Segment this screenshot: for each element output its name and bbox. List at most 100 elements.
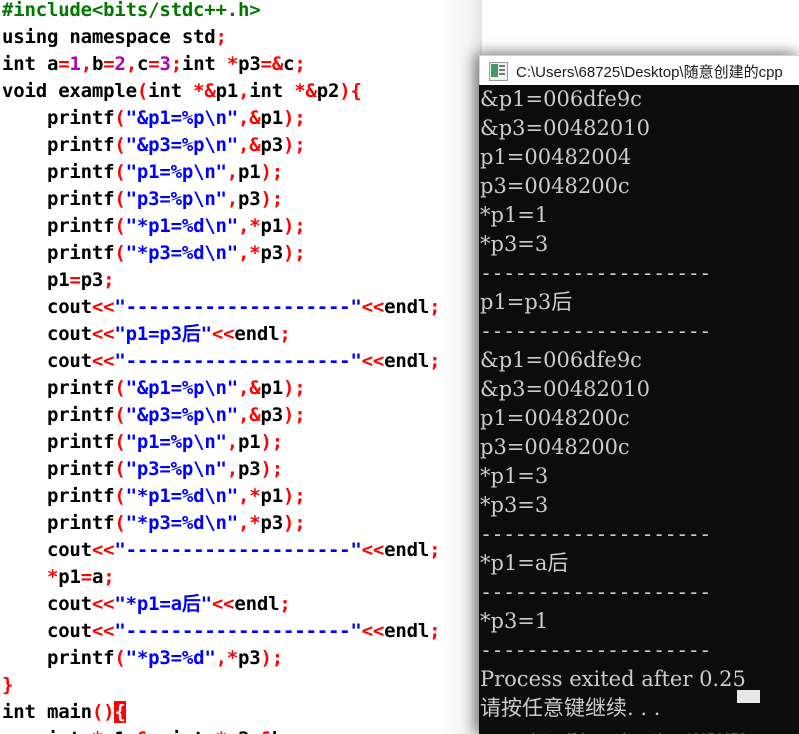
code-token: "&p3=%p\n" <box>125 134 239 156</box>
code-token: p1 <box>260 215 284 237</box>
code-token: "p3=%p\n" <box>125 458 227 480</box>
code-token: ; <box>429 539 441 561</box>
code-token: ); <box>260 458 284 480</box>
code-token: ( <box>114 134 126 156</box>
code-token: ; <box>103 269 115 291</box>
code-token: printf <box>2 404 115 426</box>
code-token: "p3=%p\n" <box>125 188 227 210</box>
code-token: endl <box>384 296 430 318</box>
console-title-bar[interactable]: C:\Users\68725\Desktop\随意创建的cpp <box>479 55 799 86</box>
code-token: "--------------------" <box>114 539 362 561</box>
console-output-area[interactable]: &p1=006dfe9c &p3=00482010 p1=00482004 p3=00… <box>479 85 799 734</box>
code-token: printf <box>2 431 115 453</box>
code-token: << <box>211 593 235 615</box>
code-token: ){ <box>339 80 362 102</box>
code-token: ); <box>260 188 284 210</box>
code-token: << <box>91 296 115 318</box>
code-token: "p1=%p\n" <box>125 161 227 183</box>
code-token: << <box>91 539 115 561</box>
code-token: cout <box>2 593 92 615</box>
code-token: ,* <box>238 215 261 237</box>
code-token: ,* <box>238 485 261 507</box>
code-token: ( <box>114 458 126 480</box>
code-token: , <box>80 53 92 75</box>
code-token: endl <box>234 323 280 345</box>
code-token: p1 <box>260 377 284 399</box>
console-output-line: &p3=00482010 <box>480 116 650 140</box>
code-token: printf <box>2 134 115 156</box>
code-token: ; <box>429 296 441 318</box>
code-token: ; <box>279 593 291 615</box>
code-token: ,& <box>238 107 261 129</box>
code-token: ; <box>283 728 294 734</box>
code-token: printf <box>2 215 115 237</box>
code-token: << <box>91 323 115 345</box>
code-token: ); <box>283 377 306 399</box>
code-token: printf <box>2 161 115 183</box>
code-token: 3 <box>159 53 171 75</box>
code-token: "p1=p3后" <box>114 323 212 345</box>
code-token: *& <box>294 80 317 102</box>
code-token: *& <box>193 80 216 102</box>
code-token: ; <box>429 620 441 642</box>
code-token: int <box>181 53 227 75</box>
code-token: ,& <box>238 377 261 399</box>
console-window-icon <box>489 61 508 81</box>
code-token: "--------------------" <box>114 350 362 372</box>
console-output-line: p3=0048200c <box>480 435 630 459</box>
code-token: = <box>148 53 160 75</box>
console-output-line: -------------------- <box>480 261 711 285</box>
code-token: void example <box>2 80 137 102</box>
code-token: "&p1=%p\n" <box>125 107 239 129</box>
code-token: "*p1=a后" <box>114 593 212 615</box>
code-token: #include<bits/stdc++.h> <box>2 0 261 21</box>
code-token: ,* <box>238 242 261 264</box>
code-token: << <box>91 350 115 372</box>
code-token: p2 <box>316 80 340 102</box>
code-token: endl <box>384 620 430 642</box>
code-token: << <box>91 620 115 642</box>
code-token: int <box>249 80 295 102</box>
code-token: ); <box>260 161 284 183</box>
code-token: ; <box>159 728 170 734</box>
code-token: p3 <box>238 458 261 480</box>
code-token: "--------------------" <box>114 620 362 642</box>
code-token: b <box>272 728 283 734</box>
code-token: cout <box>2 323 92 345</box>
console-output-line: p1=00482004 <box>480 145 632 169</box>
code-token: =& <box>249 728 272 734</box>
code-token: () <box>91 701 115 723</box>
console-title-text: C:\Users\68725\Desktop\随意创建的cpp <box>516 63 783 81</box>
console-output-line: -------------------- <box>480 580 711 604</box>
code-token: using namespace std <box>2 26 216 48</box>
console-output-line: -------------------- <box>480 638 711 662</box>
code-token: cout <box>2 296 92 318</box>
code-token: ; <box>279 323 291 345</box>
code-token: p3 <box>260 512 284 534</box>
code-token: ); <box>283 404 306 426</box>
code-token: "*p1=%d\n" <box>125 485 239 507</box>
code-token: ; <box>294 53 306 75</box>
code-token: ( <box>114 647 126 669</box>
code-token: * <box>46 566 59 588</box>
code-token: ); <box>283 485 306 507</box>
code-token: "p1=%p\n" <box>125 431 227 453</box>
code-token: , <box>125 53 137 75</box>
code-token: cout <box>2 620 92 642</box>
code-token: printf <box>2 647 115 669</box>
code-token: * <box>226 53 239 75</box>
code-token: ,* <box>215 647 239 669</box>
console-output-line: *p1=3 <box>480 464 549 488</box>
console-window[interactable]: C:\Users\68725\Desktop\随意创建的cpp &p1=006d… <box>479 55 799 734</box>
code-token: ; <box>170 53 182 75</box>
code-token: cout <box>2 539 92 561</box>
code-token: ( <box>114 404 126 426</box>
code-token: printf <box>2 485 115 507</box>
code-token: p3 <box>260 404 284 426</box>
code-token: = <box>58 53 70 75</box>
code-token: = <box>103 53 115 75</box>
code-token: ); <box>283 215 306 237</box>
code-token: * <box>92 728 103 734</box>
code-token: << <box>361 296 385 318</box>
code-token: ( <box>114 188 126 210</box>
